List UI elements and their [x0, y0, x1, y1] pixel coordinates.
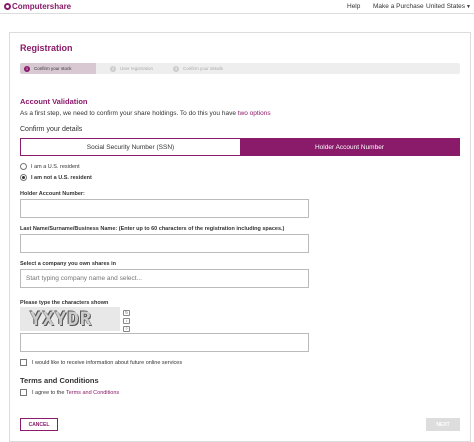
- future-services-option[interactable]: I would like to receive information abou…: [20, 359, 182, 366]
- radio-label: I am not a U.S. resident: [31, 174, 92, 181]
- captcha-image: YXYDR: [20, 307, 120, 331]
- company-search-input[interactable]: [20, 269, 309, 288]
- holder-account-label: Holder Account Number:: [20, 191, 85, 197]
- future-services-checkbox[interactable]: [20, 359, 27, 366]
- radio-button[interactable]: [20, 174, 27, 181]
- help-icon[interactable]: ?: [123, 326, 130, 332]
- next-button[interactable]: NEXT: [426, 418, 460, 431]
- terms-option[interactable]: I agree to the Terms and Conditions: [20, 389, 119, 396]
- confirm-details-title: Confirm your details: [20, 126, 83, 133]
- verification-method-toggle: Social Security Number (SSN) Holder Acco…: [20, 138, 460, 156]
- captcha-text: YXYDR: [30, 308, 93, 330]
- holder-account-input[interactable]: [20, 199, 309, 218]
- validation-intro: As a first step, we need to confirm your…: [20, 110, 271, 117]
- last-name-input[interactable]: [20, 234, 309, 253]
- step-number: 1: [24, 65, 30, 72]
- step-confirm-details: 3 Confirm your details: [169, 63, 223, 74]
- captcha-label: Please type the characters shown: [20, 300, 109, 306]
- step-label: User registration: [120, 66, 154, 71]
- company-label: Select a company you own shares in: [20, 261, 116, 267]
- logo-text: Computershare: [12, 2, 72, 11]
- radio-label: I am a U.S. resident: [31, 163, 80, 170]
- two-options-link[interactable]: two options: [238, 110, 271, 117]
- top-bar: Computershare Help Make a Purchase Unite…: [0, 0, 474, 14]
- chevron-down-icon: ▼: [466, 4, 471, 10]
- radio-non-us-resident[interactable]: I am not a U.S. resident: [20, 174, 92, 181]
- captcha-controls: ↻ ♪ ?: [123, 310, 130, 332]
- account-validation-title: Account Validation: [20, 97, 88, 106]
- step-number: 2: [110, 65, 116, 72]
- last-name-label: Last Name/Surname/Business Name: (Enter …: [20, 226, 285, 232]
- country-label: United States: [426, 3, 466, 10]
- terms-prefix: I agree to the: [32, 389, 65, 396]
- logo-icon: [4, 3, 11, 10]
- tab-holder-account-number[interactable]: Holder Account Number: [240, 139, 459, 155]
- nav-country-selector[interactable]: United States▼: [426, 3, 471, 10]
- terms-title: Terms and Conditions: [20, 376, 99, 385]
- future-services-label: I would like to receive information abou…: [32, 359, 183, 366]
- cancel-button[interactable]: CANCEL: [20, 418, 58, 431]
- captcha-input[interactable]: [20, 333, 309, 352]
- refresh-icon[interactable]: ↻: [123, 310, 130, 316]
- step-label: Confirm your details: [183, 66, 224, 71]
- registration-panel: Registration 1 Confirm your stock 2 User…: [9, 32, 471, 442]
- radio-us-resident[interactable]: I am a U.S. resident: [20, 163, 80, 170]
- tab-ssn[interactable]: Social Security Number (SSN): [21, 139, 240, 155]
- step-label: Confirm your stock: [34, 66, 72, 71]
- progress-steps: 1 Confirm your stock 2 User registration…: [20, 63, 460, 74]
- audio-icon[interactable]: ♪: [123, 318, 130, 324]
- nav-make-purchase[interactable]: Make a Purchase: [373, 3, 424, 10]
- step-confirm-stock: 1 Confirm your stock: [20, 63, 96, 74]
- computershare-logo[interactable]: Computershare: [4, 2, 71, 11]
- terms-link[interactable]: Terms and Conditions: [66, 390, 119, 396]
- terms-checkbox[interactable]: [20, 389, 27, 396]
- nav-help[interactable]: Help: [347, 3, 360, 10]
- radio-button[interactable]: [20, 163, 27, 170]
- validation-intro-text: As a first step, we need to confirm your…: [20, 110, 236, 117]
- step-user-registration: 2 User registration: [106, 63, 153, 74]
- step-number: 3: [173, 65, 179, 72]
- page-title: Registration: [20, 43, 73, 53]
